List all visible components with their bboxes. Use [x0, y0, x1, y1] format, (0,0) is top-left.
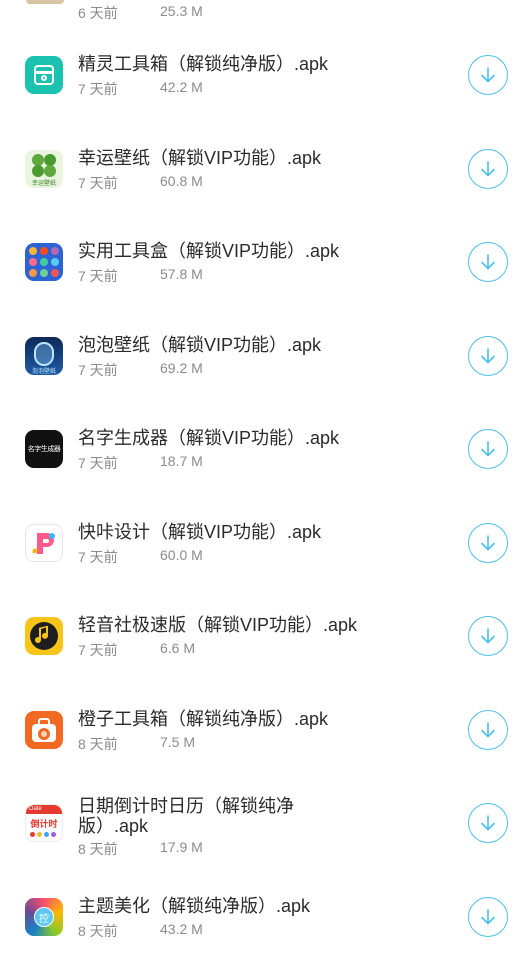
download-button[interactable]: [468, 429, 508, 469]
icon-badge: Date: [29, 805, 42, 814]
list-item[interactable]: 名字生成器 名字生成器（解锁VIP功能）.apk 7 天前 18.7 M: [0, 402, 532, 496]
list-item[interactable]: 控 主题美化（解锁纯净版）.apk 8 天前 43.2 M: [0, 870, 532, 963]
file-name: 幸运壁纸（解锁VIP功能）.apk: [78, 148, 321, 168]
download-button[interactable]: [468, 149, 508, 189]
list-item[interactable]: 泡泡壁纸 泡泡壁纸（解锁VIP功能）.apk 7 天前 69.2 M: [0, 309, 532, 403]
file-meta: 8 天前 43.2 M: [78, 921, 118, 941]
theme-palette-icon: 控: [25, 898, 63, 936]
apk-file-list: 精灵工具箱（解锁纯净版）.apk 7 天前 42.2 M 幸运壁纸 幸运壁纸（解…: [0, 28, 532, 963]
toolbox-icon: [25, 56, 63, 94]
file-name: 主题美化（解锁纯净版）.apk: [78, 896, 310, 916]
file-name: 轻音社极速版（解锁VIP功能）.apk: [78, 615, 357, 635]
download-button-partial[interactable]: [468, 0, 508, 4]
list-item[interactable]: 实用工具盒（解锁VIP功能）.apk 7 天前 57.8 M: [0, 215, 532, 309]
download-arrow-icon: [477, 625, 499, 647]
item-size: 25.3 M: [160, 3, 203, 19]
app-icon-partial: [26, 0, 64, 4]
clover-wallpaper-icon: 幸运壁纸: [25, 150, 63, 188]
icon-caption: 控: [34, 910, 54, 925]
download-button[interactable]: [468, 242, 508, 282]
file-name: 名字生成器（解锁VIP功能）.apk: [78, 428, 339, 448]
file-name: 橙子工具箱（解锁纯净版）.apk: [78, 709, 328, 729]
list-item[interactable]: 轻音社极速版（解锁VIP功能）.apk 7 天前 6.6 M: [0, 589, 532, 683]
kuaika-design-icon: [25, 524, 63, 562]
item-age: 8 天前: [78, 736, 118, 752]
list-item[interactable]: 快咔设计（解锁VIP功能）.apk 7 天前 60.0 M: [0, 496, 532, 590]
download-arrow-icon: [477, 438, 499, 460]
item-size: 69.2 M: [160, 360, 203, 376]
icon-caption: 倒计时: [26, 817, 62, 830]
file-name: 日期倒计时日历（解锁纯净版）.apk: [78, 796, 323, 836]
item-size: 6.6 M: [160, 640, 195, 656]
file-meta: 8 天前 7.5 M: [78, 734, 118, 754]
item-age: 7 天前: [78, 549, 118, 565]
file-meta: 7 天前 18.7 M: [78, 453, 118, 473]
item-size: 18.7 M: [160, 453, 203, 469]
file-meta: 7 天前 42.2 M: [78, 79, 118, 99]
icon-caption: 名字生成器: [25, 444, 63, 454]
item-size: 57.8 M: [160, 266, 203, 282]
icon-caption: 幸运壁纸: [25, 178, 63, 187]
file-meta: 7 天前 57.8 M: [78, 266, 118, 286]
file-meta: 7 天前 60.0 M: [78, 547, 118, 567]
item-age: 6 天前: [78, 3, 118, 23]
download-arrow-icon: [477, 812, 499, 834]
download-arrow-icon: [477, 158, 499, 180]
download-button[interactable]: [468, 55, 508, 95]
list-item[interactable]: Date 倒计时 日期倒计时日历（解锁纯净版）.apk 8 天前 17.9 M: [0, 776, 532, 870]
item-size: 17.9 M: [160, 839, 203, 855]
list-item[interactable]: 精灵工具箱（解锁纯净版）.apk 7 天前 42.2 M: [0, 28, 532, 122]
download-button[interactable]: [468, 616, 508, 656]
music-note-icon: [25, 617, 63, 655]
file-name: 快咔设计（解锁VIP功能）.apk: [78, 522, 321, 542]
partial-item-meta: 6 天前 25.3 M: [78, 0, 378, 22]
download-arrow-icon: [477, 719, 499, 741]
tool-grid-icon: [25, 243, 63, 281]
name-generator-icon: 名字生成器: [25, 430, 63, 468]
icon-caption: 泡泡壁纸: [25, 366, 63, 375]
download-button[interactable]: [468, 710, 508, 750]
file-meta: 7 天前 6.6 M: [78, 640, 118, 660]
countdown-calendar-icon: Date 倒计时: [25, 804, 63, 842]
bubble-wallpaper-icon: 泡泡壁纸: [25, 337, 63, 375]
item-age: 8 天前: [78, 923, 118, 939]
download-button[interactable]: [468, 897, 508, 937]
item-age: 8 天前: [78, 841, 118, 857]
file-meta: 7 天前 60.8 M: [78, 173, 118, 193]
item-size: 43.2 M: [160, 921, 203, 937]
file-name: 实用工具盒（解锁VIP功能）.apk: [78, 241, 339, 261]
orange-toolbox-icon: [25, 711, 63, 749]
file-name: 泡泡壁纸（解锁VIP功能）.apk: [78, 335, 321, 355]
download-button[interactable]: [468, 523, 508, 563]
download-arrow-icon: [477, 251, 499, 273]
item-size: 7.5 M: [160, 734, 195, 750]
item-age: 7 天前: [78, 175, 118, 191]
item-age: 7 天前: [78, 642, 118, 658]
item-age: 7 天前: [78, 455, 118, 471]
item-age: 7 天前: [78, 268, 118, 284]
item-age: 7 天前: [78, 81, 118, 97]
list-item[interactable]: 橙子工具箱（解锁纯净版）.apk 8 天前 7.5 M: [0, 683, 532, 777]
download-button[interactable]: [468, 803, 508, 843]
file-meta: 7 天前 69.2 M: [78, 360, 118, 380]
item-size: 42.2 M: [160, 79, 203, 95]
file-name: 精灵工具箱（解锁纯净版）.apk: [78, 54, 328, 74]
item-size: 60.8 M: [160, 173, 203, 189]
download-button[interactable]: [468, 336, 508, 376]
download-arrow-icon: [477, 64, 499, 86]
download-arrow-icon: [477, 906, 499, 928]
download-arrow-icon: [477, 532, 499, 554]
list-item[interactable]: 幸运壁纸 幸运壁纸（解锁VIP功能）.apk 7 天前 60.8 M: [0, 122, 532, 216]
item-age: 7 天前: [78, 362, 118, 378]
file-meta: 8 天前 17.9 M: [78, 839, 118, 859]
download-arrow-icon: [477, 345, 499, 367]
item-size: 60.0 M: [160, 547, 203, 563]
